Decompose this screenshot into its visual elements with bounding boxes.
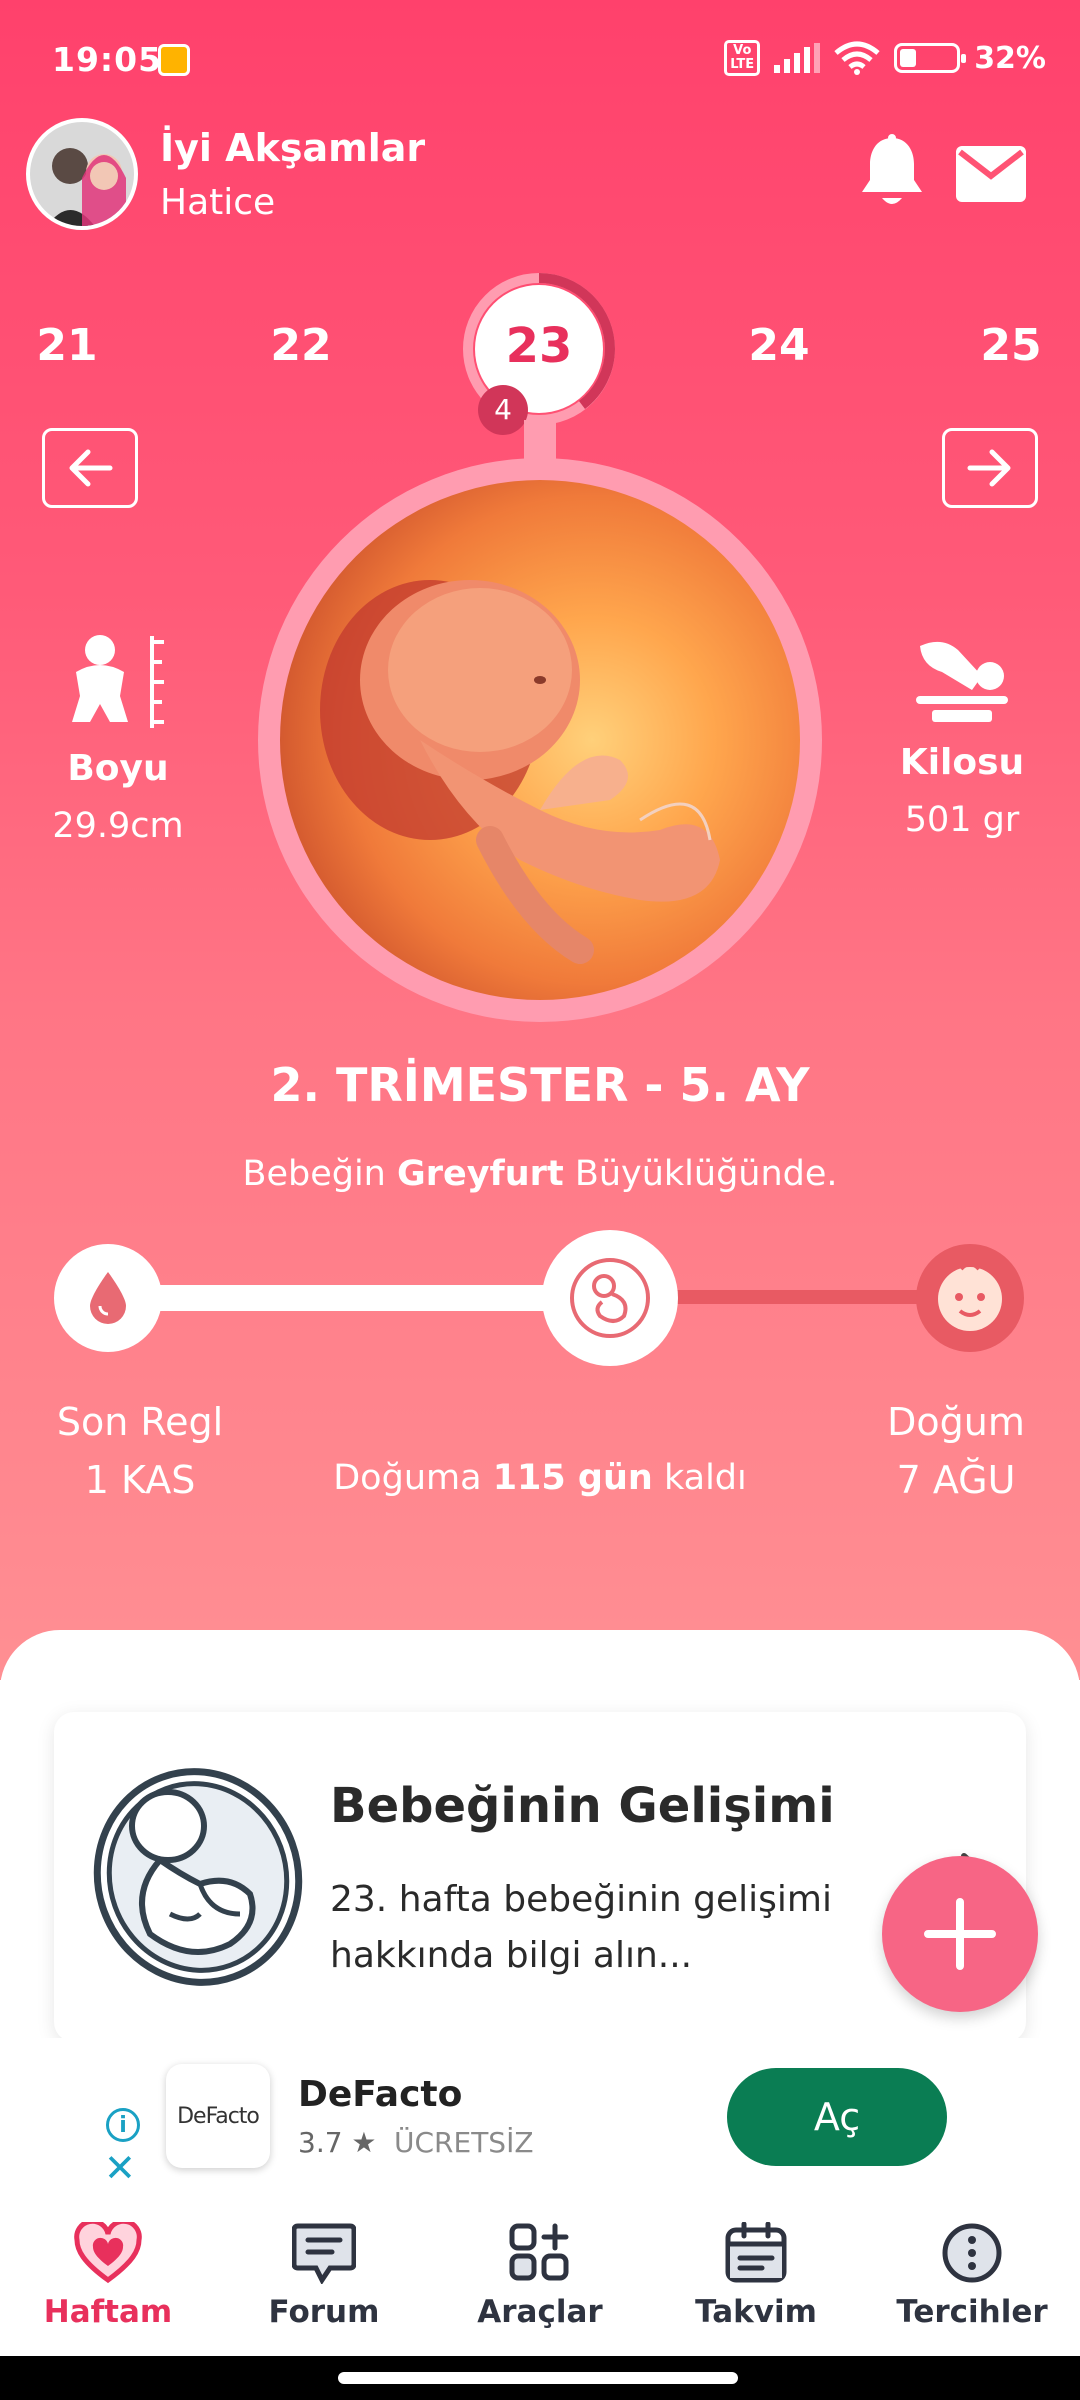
ad-rating: 3.7 ★	[298, 2126, 377, 2159]
bell-icon[interactable]	[858, 134, 926, 210]
nav-tercihler[interactable]: Tercihler	[864, 2200, 1080, 2356]
greeting-text: İyi Akşamlar	[160, 126, 426, 170]
status-indicators: Vo LTE 32%	[724, 40, 1046, 76]
week-21[interactable]: 21	[22, 320, 112, 371]
heart-icon	[74, 2222, 142, 2284]
current-progress-marker	[542, 1230, 678, 1366]
week-24[interactable]: 24	[734, 320, 824, 371]
height-value: 29.9cm	[52, 806, 184, 846]
arrow-right-icon	[967, 449, 1011, 487]
ad-close-icon[interactable]: ✕	[104, 2146, 136, 2190]
prev-week-button[interactable]	[42, 428, 138, 508]
baby-face-icon	[938, 1262, 1002, 1331]
due-date-marker	[916, 1244, 1024, 1352]
fetus-outline-icon	[93, 1768, 303, 1986]
nav-araclar[interactable]: Araçlar	[432, 2200, 648, 2356]
baby-weight-icon	[916, 641, 1008, 722]
card-description: 23. hafta bebeğinin gelişimi hakkında bi…	[330, 1879, 832, 1976]
week-badge: 4	[478, 385, 528, 435]
due-date-label: Doğum	[887, 1400, 1025, 1444]
due-date-value: 7 AĞU	[896, 1458, 1016, 1502]
ad-app-name[interactable]: DeFacto	[298, 2074, 462, 2115]
ad-logo[interactable]: DeFacto	[166, 2064, 270, 2168]
more-icon	[942, 2223, 1002, 2283]
countdown-prefix: Doğuma	[333, 1458, 482, 1498]
baby-size-text: Bebeğin Greyfurt Büyüklüğünde.	[0, 1154, 1080, 1194]
last-period-label: Son Regl	[56, 1400, 224, 1444]
add-button[interactable]	[882, 1856, 1038, 2012]
weight-value: 501 gr	[904, 800, 1020, 840]
notification-icon	[158, 44, 190, 76]
avatar[interactable]	[26, 118, 138, 230]
nav-takvim-label: Takvim	[695, 2294, 817, 2330]
countdown-value: 115 gün	[492, 1458, 653, 1498]
home-indicator[interactable]	[338, 2372, 738, 2384]
nav-araclar-label: Araçlar	[477, 2294, 603, 2330]
nav-forum-label: Forum	[268, 2294, 380, 2330]
nav-haftam[interactable]: Haftam	[0, 2200, 216, 2356]
last-period-date: 1 KAS	[84, 1458, 196, 1502]
battery-icon	[894, 43, 967, 73]
nav-takvim[interactable]: Takvim	[648, 2200, 864, 2356]
nav-forum[interactable]: Forum	[216, 2200, 432, 2356]
signal-icon	[774, 43, 821, 73]
size-fruit: Greyfurt	[397, 1154, 564, 1194]
chat-icon	[292, 2223, 356, 2284]
week-25[interactable]: 25	[966, 320, 1056, 371]
baby-height-icon	[72, 635, 164, 728]
card-title: Bebeğinin Gelişimi	[330, 1778, 835, 1834]
volte-icon: Vo LTE	[724, 40, 761, 76]
size-prefix: Bebeğin	[242, 1154, 386, 1194]
week-current[interactable]: 23	[462, 318, 616, 374]
trimester-title: 2. TRİMESTER - 5. AY	[270, 1058, 810, 1112]
nav-tercihler-label: Tercihler	[896, 2294, 1048, 2330]
timeline-progress	[104, 1285, 604, 1311]
tools-icon	[509, 2223, 569, 2281]
arrow-left-icon	[69, 449, 113, 487]
countdown-text: Doğuma 115 gün kaldı	[300, 1458, 780, 1498]
ad-open-button[interactable]: Aç	[727, 2068, 947, 2166]
battery-percent: 32%	[974, 40, 1046, 76]
bottom-nav: Haftam Forum Araçlar Takvim Tercihler	[0, 2200, 1080, 2356]
calendar-icon	[725, 2222, 787, 2283]
ad-info-icon[interactable]: i	[106, 2108, 140, 2142]
fetus-image[interactable]	[280, 480, 800, 1000]
user-name: Hatice	[160, 182, 276, 223]
nav-haftam-label: Haftam	[43, 2294, 173, 2330]
countdown-suffix: kaldı	[663, 1458, 747, 1498]
week-22[interactable]: 22	[256, 320, 346, 371]
fetus-icon	[570, 1258, 650, 1338]
wifi-icon	[834, 41, 880, 75]
status-time: 19:05	[52, 40, 163, 79]
last-period-marker	[54, 1244, 162, 1352]
size-suffix: Büyüklüğünde.	[574, 1154, 838, 1194]
weight-label: Kilosu	[899, 742, 1025, 783]
plus-icon	[924, 1898, 996, 1970]
blood-drop-icon	[90, 1272, 126, 1324]
ad-price: ÜCRETSİZ	[394, 2126, 534, 2159]
mail-icon[interactable]	[956, 146, 1026, 202]
height-label: Boyu	[67, 748, 169, 789]
next-week-button[interactable]	[942, 428, 1038, 508]
